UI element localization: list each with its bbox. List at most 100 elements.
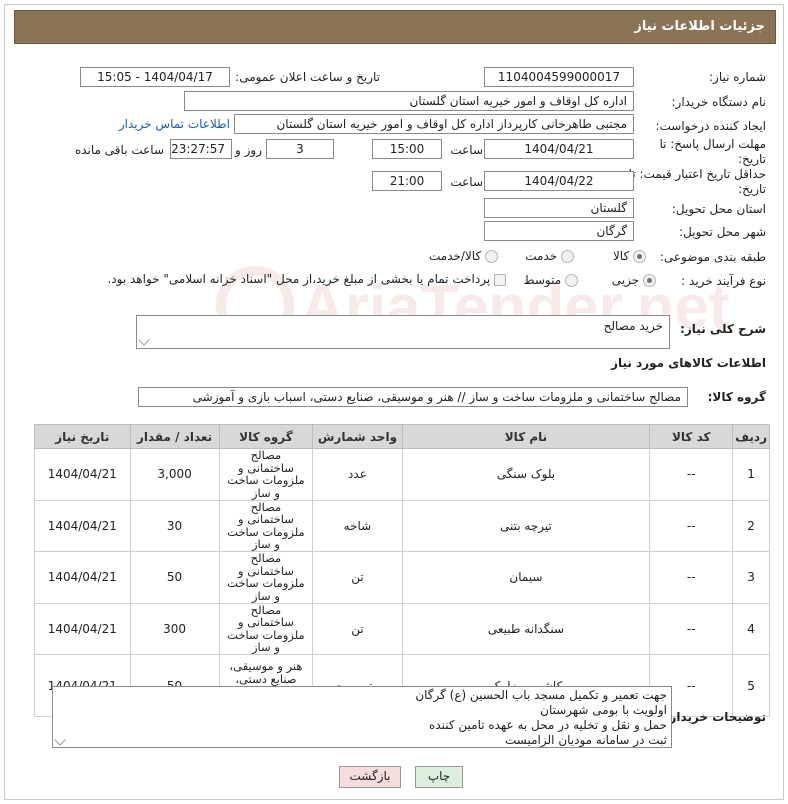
cell-group: مصالح ساختمانی و ملزومات ساخت و ساز	[218, 499, 314, 552]
category-goods-label: کالا	[612, 249, 630, 263]
cell-date: 1404/04/21	[34, 551, 131, 604]
announce-field: 1404/04/17 - 15:05	[80, 67, 230, 87]
announce-label: تاریخ و ساعت اعلان عمومی:	[235, 70, 380, 84]
deadline-label: مهلت ارسال پاسخ: تا تاریخ:	[659, 137, 766, 166]
goods-group-label: گروه کالا:	[707, 390, 766, 404]
buyer-note-line: حمل و نقل و تخلیه در محل به عهده تامین ک…	[429, 718, 667, 732]
process-medium-radio[interactable]	[565, 274, 578, 287]
goods-table-header: ردیف کد کالا نام کالا واحد شمارش گروه کا…	[34, 424, 770, 449]
category-service-radio[interactable]	[561, 250, 574, 263]
table-row: 3 -- سیمان تن مصالح ساختمانی و ملزومات س…	[34, 551, 770, 604]
goods-table: ردیف کد کالا نام کالا واحد شمارش گروه کا…	[34, 424, 770, 717]
city-field: گرگان	[484, 221, 634, 241]
cell-name: بلوک سنگی	[401, 448, 651, 501]
cell-code: --	[649, 551, 734, 604]
buyer-note-line: جهت تعمیر و تکمیل مسجد باب الحسین (ع) گر…	[415, 688, 667, 702]
cell-index: 4	[732, 602, 770, 655]
col-index-header: ردیف	[732, 424, 770, 449]
cell-date: 1404/04/21	[34, 499, 131, 552]
remaining-label: ساعت باقی مانده	[74, 143, 164, 157]
buyer-field: اداره کل اوقاف و امور خیریه استان گلستان	[184, 91, 634, 111]
days-label: روز و	[235, 143, 262, 157]
goods-group-field: مصالح ساختمانی و ملزومات ساخت و ساز // ه…	[138, 387, 688, 407]
price-time-field: 21:00	[372, 171, 442, 191]
cell-group-text: مصالح ساختمانی و ملزومات ساخت و ساز	[227, 448, 305, 500]
back-button[interactable]: بازگشت	[339, 766, 401, 788]
province-field: گلستان	[484, 198, 634, 218]
table-row: 4 -- سنگدانه طبیعی تن مصالح ساختمانی و م…	[34, 602, 770, 655]
process-minor-radio[interactable]	[643, 274, 656, 287]
price-date-field: 1404/04/22	[484, 171, 634, 191]
cell-group-text: مصالح ساختمانی و ملزومات ساخت و ساز	[227, 602, 305, 654]
cell-group: مصالح ساختمانی و ملزومات ساخت و ساز	[218, 448, 314, 501]
cell-name: سیمان	[401, 551, 651, 604]
page-header: جزئیات اطلاعات نیاز	[14, 10, 776, 44]
remaining-time-field: 23:27:57	[170, 139, 232, 159]
cell-unit: تن	[312, 602, 403, 655]
cell-unit: شاخه	[312, 499, 403, 552]
province-label: استان محل تحویل:	[671, 202, 766, 216]
summary-text: خرید مصالح	[603, 319, 663, 333]
payment-option[interactable]: پرداخت تمام یا بخشی از مبلغ خرید،از محل …	[107, 272, 506, 286]
cell-name: تیرچه بتنی	[401, 499, 651, 552]
summary-label: شرح کلی نیاز:	[680, 322, 766, 336]
deadline-time-label: ساعت	[450, 143, 483, 157]
cell-unit: عدد	[312, 448, 403, 501]
buyer-notes-label: توضیحات خریدار:	[664, 710, 766, 724]
col-code-header: کد کالا	[649, 424, 734, 449]
need-number-field: 1104004599000017	[484, 67, 634, 87]
creator-field: مجتبی طاهرخانی کارپرداز اداره کل اوقاف و…	[234, 114, 634, 134]
cell-date: 1404/04/21	[34, 448, 131, 501]
summary-field: خرید مصالح	[136, 315, 670, 349]
cell-date: 1404/04/21	[34, 602, 131, 655]
cell-code: --	[649, 448, 734, 501]
cell-qty: 300	[129, 602, 220, 655]
col-group-header: گروه کالا	[218, 424, 314, 449]
cell-group-text: مصالح ساختمانی و ملزومات ساخت و ساز	[227, 551, 305, 603]
deadline-time-field: 15:00	[372, 139, 442, 159]
category-option-both[interactable]: کالا/خدمت	[429, 249, 498, 263]
creator-label: ایجاد کننده درخواست:	[655, 119, 766, 133]
cell-unit: تن	[312, 551, 403, 604]
table-row: 2 -- تیرچه بتنی شاخه مصالح ساختمانی و مل…	[34, 499, 770, 552]
price-time-label: ساعت	[450, 175, 483, 189]
process-option-medium[interactable]: متوسط	[523, 273, 578, 287]
contact-info-link[interactable]: اطلاعات تماس خریدار	[119, 117, 230, 131]
cell-qty: 3,000	[129, 448, 220, 501]
col-date-header: تاریخ نیاز	[34, 424, 131, 449]
print-button[interactable]: چاپ	[415, 766, 463, 788]
buyer-note-line: ثبت در سامانه مودیان الزامیست	[505, 733, 667, 747]
buyer-notes-field: جهت تعمیر و تکمیل مسجد باب الحسین (ع) گر…	[52, 686, 672, 748]
table-row: 1 -- بلوک سنگی عدد مصالح ساختمانی و ملزو…	[34, 448, 770, 501]
category-service-label: خدمت	[525, 249, 558, 263]
payment-checkbox[interactable]	[494, 273, 506, 286]
process-label: نوع فرآیند خرید :	[681, 274, 766, 288]
days-field: 3	[266, 139, 334, 159]
process-minor-label: جزیی	[611, 273, 640, 287]
category-both-radio[interactable]	[485, 250, 498, 263]
cell-code: --	[649, 602, 734, 655]
cell-index: 5	[732, 654, 770, 717]
cell-index: 2	[732, 499, 770, 552]
cell-group: مصالح ساختمانی و ملزومات ساخت و ساز	[218, 551, 314, 604]
cell-index: 3	[732, 551, 770, 604]
cell-qty: 50	[129, 551, 220, 604]
cell-group-text: مصالح ساختمانی و ملزومات ساخت و ساز	[227, 499, 305, 551]
category-option-service[interactable]: خدمت	[525, 249, 574, 263]
payment-note: پرداخت تمام یا بخشی از مبلغ خرید،از محل …	[107, 272, 491, 286]
col-name-header: نام کالا	[401, 424, 651, 449]
cell-code: --	[649, 499, 734, 552]
buyer-label: نام دستگاه خریدار:	[671, 95, 767, 109]
page-title: جزئیات اطلاعات نیاز	[634, 19, 765, 34]
cell-index: 1	[732, 448, 770, 501]
category-option-goods[interactable]: کالا	[613, 249, 646, 263]
cell-name: سنگدانه طبیعی	[401, 602, 651, 655]
col-qty-header: تعداد / مقدار	[129, 424, 220, 449]
cell-qty: 30	[129, 499, 220, 552]
city-label: شهر محل تحویل:	[679, 225, 766, 239]
col-unit-header: واحد شمارش	[312, 424, 403, 449]
buyer-note-line: اولویت با بومی شهرستان	[540, 703, 667, 717]
category-goods-radio[interactable]	[633, 250, 646, 263]
category-both-label: کالا/خدمت	[428, 249, 482, 263]
process-option-minor[interactable]: جزیی	[612, 273, 656, 287]
